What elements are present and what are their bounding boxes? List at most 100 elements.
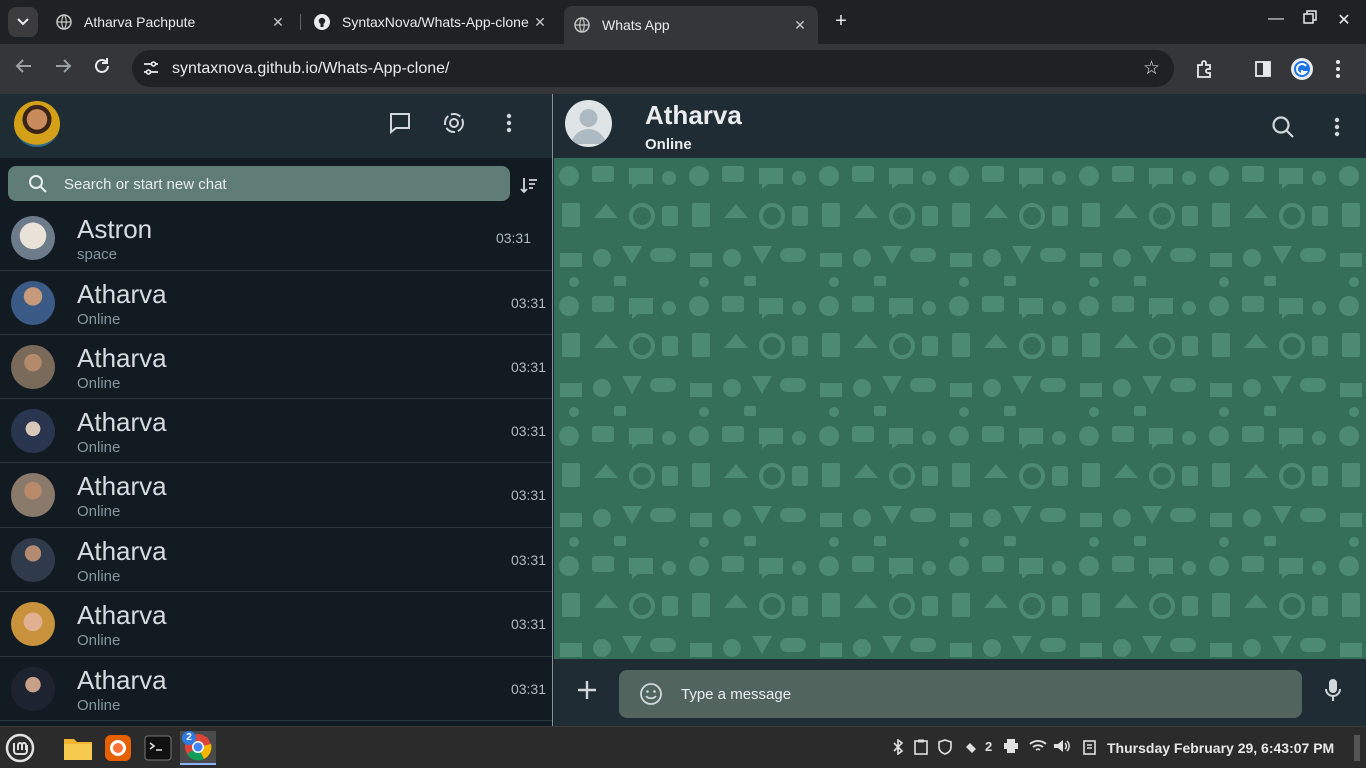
- avatar: [11, 538, 55, 582]
- chat-time: 03:31: [510, 423, 546, 439]
- files-icon[interactable]: [60, 731, 96, 765]
- avatar[interactable]: [14, 101, 60, 147]
- search-box[interactable]: [8, 166, 510, 201]
- kebab-menu-icon[interactable]: [496, 110, 522, 136]
- plus-icon[interactable]: [574, 679, 600, 705]
- update-icon[interactable]: [964, 739, 980, 755]
- search-row: [0, 158, 552, 206]
- profile-icon[interactable]: [1290, 57, 1314, 81]
- firefox-icon[interactable]: [100, 731, 136, 765]
- chat-name: Atharva: [77, 279, 167, 309]
- close-icon[interactable]: ✕: [270, 14, 286, 31]
- conversation-header: Atharva Online: [554, 94, 1366, 158]
- bluetooth-icon[interactable]: [892, 739, 904, 755]
- shield-icon[interactable]: [938, 739, 952, 755]
- tab-whats-app[interactable]: Whats App ✕: [564, 6, 818, 44]
- avatar: [11, 281, 55, 325]
- microphone-icon[interactable]: [1323, 677, 1347, 705]
- reload-icon[interactable]: [90, 57, 114, 81]
- avatar: [11, 667, 55, 711]
- list-item[interactable]: Atharva Online 03:31: [0, 271, 552, 335]
- chat-name: Astron: [77, 214, 153, 244]
- sidebar-header: [0, 94, 552, 158]
- chat-time: 03:31: [510, 552, 546, 568]
- update-count: 2: [985, 739, 993, 754]
- avatar: [11, 473, 55, 517]
- chat-time: 03:31: [510, 295, 546, 311]
- browser-toolbar: syntaxnova.github.io/Whats-App-clone/ ☆: [0, 44, 1366, 94]
- close-icon[interactable]: ✕: [792, 17, 808, 34]
- clock[interactable]: Thursday February 29, 6:43:07 PM: [1107, 740, 1334, 756]
- arrow-left-icon[interactable]: [12, 57, 36, 81]
- clipboard-icon[interactable]: [914, 739, 928, 755]
- search-input[interactable]: [64, 172, 494, 196]
- new-chat-icon[interactable]: [387, 110, 413, 136]
- minimize-icon[interactable]: —: [1264, 10, 1288, 28]
- list-item[interactable]: Atharva Online 03:31: [0, 657, 552, 721]
- site-info-icon[interactable]: [142, 59, 160, 77]
- kebab-menu-icon[interactable]: [1324, 114, 1350, 140]
- restore-icon[interactable]: [1298, 10, 1322, 29]
- message-box[interactable]: [619, 670, 1302, 718]
- chat-time: 03:31: [510, 487, 546, 503]
- volume-icon[interactable]: [1053, 739, 1071, 753]
- search-icon[interactable]: [1270, 114, 1296, 140]
- tab-title: SyntaxNova/Whats-App-clone: [342, 14, 529, 30]
- chat-time: 03:31: [510, 681, 546, 697]
- doodle-pattern: [554, 158, 1366, 659]
- tab-atharva-pachpute[interactable]: Atharva Pachpute ✕: [46, 6, 296, 38]
- arrow-right-icon[interactable]: [51, 57, 75, 81]
- contact-status: Online: [645, 136, 692, 153]
- avatar: [11, 345, 55, 389]
- chat-list: Astron space 03:31 Atharva Online 03:31 …: [0, 206, 552, 726]
- avatar[interactable]: [565, 100, 612, 147]
- window-close-icon[interactable]: ✕: [1332, 10, 1356, 30]
- tab-title: Whats App: [602, 17, 670, 33]
- message-composer: [554, 659, 1366, 726]
- list-item[interactable]: Atharva Online 03:31: [0, 335, 552, 399]
- emoji-icon[interactable]: [639, 682, 663, 706]
- list-item[interactable]: Atharva Online 03:31: [0, 528, 552, 592]
- taskbar: 2 2 Thursday February 29, 6:43:07 PM: [0, 726, 1366, 768]
- mint-menu-icon[interactable]: [2, 731, 38, 765]
- chat-sidebar: Astron space 03:31 Atharva Online 03:31 …: [0, 94, 553, 726]
- status-icon[interactable]: [441, 110, 467, 136]
- notes-icon[interactable]: [1082, 739, 1098, 755]
- tab-github-repo[interactable]: SyntaxNova/Whats-App-clone ✕: [304, 6, 558, 38]
- wifi-icon[interactable]: [1029, 739, 1047, 753]
- side-panel-icon[interactable]: [1251, 57, 1275, 81]
- chat-name: Atharva: [77, 407, 167, 437]
- chat-subtitle: Online: [77, 439, 121, 456]
- chat-subtitle: Online: [77, 568, 121, 585]
- conversation-panel: Atharva Online: [554, 94, 1366, 726]
- contact-name: Atharva: [645, 100, 742, 130]
- kebab-menu-icon[interactable]: [1326, 57, 1350, 81]
- filter-icon[interactable]: [519, 175, 539, 195]
- address-bar[interactable]: syntaxnova.github.io/Whats-App-clone/ ☆: [132, 50, 1174, 87]
- star-icon[interactable]: ☆: [1143, 57, 1160, 80]
- close-icon[interactable]: ✕: [532, 14, 548, 31]
- message-input[interactable]: [681, 682, 1281, 706]
- terminal-icon[interactable]: [140, 731, 176, 765]
- chat-name: Atharva: [77, 343, 167, 373]
- chat-name: Atharva: [77, 665, 167, 695]
- puzzle-icon[interactable]: [1193, 57, 1217, 81]
- tab-search-button[interactable]: [8, 7, 38, 37]
- github-icon: [314, 14, 330, 30]
- chat-time: 03:31: [510, 616, 546, 632]
- chat-subtitle: Online: [77, 697, 121, 714]
- list-item[interactable]: Atharva Online 03:31: [0, 463, 552, 528]
- show-desktop-button[interactable]: [1354, 735, 1360, 761]
- list-item[interactable]: Atharva Online 03:31: [0, 592, 552, 657]
- chat-name: Atharva: [77, 536, 167, 566]
- chat-wallpaper: [554, 158, 1366, 659]
- avatar: [11, 602, 55, 646]
- globe-icon: [574, 17, 590, 33]
- chat-subtitle: Online: [77, 311, 121, 328]
- chrome-icon[interactable]: 2: [180, 731, 216, 765]
- list-item[interactable]: Astron space 03:31: [0, 206, 552, 271]
- list-item[interactable]: Atharva Online 03:31: [0, 399, 552, 463]
- printer-icon[interactable]: [1003, 739, 1019, 753]
- new-tab-button[interactable]: +: [830, 10, 852, 32]
- tab-strip: Atharva Pachpute ✕ SyntaxNova/Whats-App-…: [0, 0, 1366, 44]
